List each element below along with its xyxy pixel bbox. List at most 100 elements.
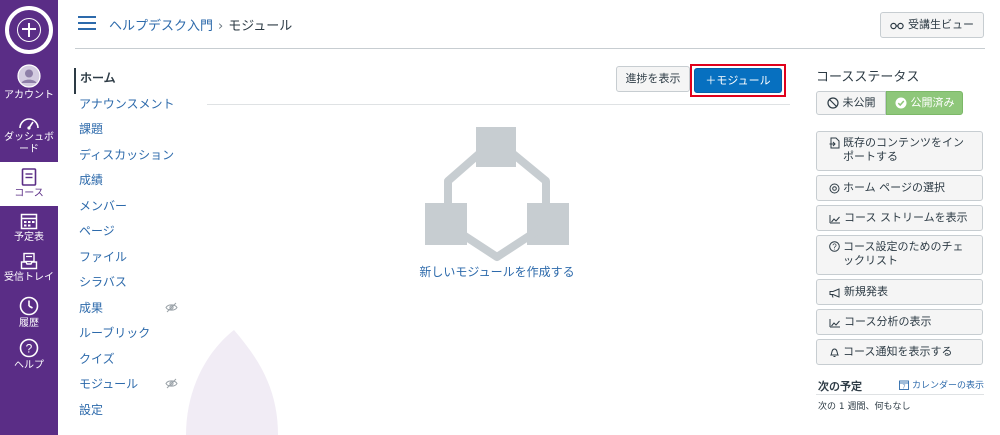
breadcrumb-separator: ›: [218, 19, 224, 34]
svg-text:?: ?: [26, 342, 33, 356]
bell-icon: [830, 348, 839, 357]
course-nav-label: 設定: [79, 402, 104, 417]
check-circle-icon: [895, 97, 906, 109]
course-nav-outcomes[interactable]: 成果: [74, 298, 184, 324]
course-nav-files[interactable]: ファイル: [74, 247, 184, 273]
course-nav-label: ルーブリック: [79, 326, 151, 340]
view-course-notifications-button[interactable]: コース通知を表示する: [816, 339, 983, 365]
course-setup-checklist-button[interactable]: ? コース設定のためのチェックリスト: [816, 235, 983, 275]
account-icon: [17, 64, 41, 88]
view-course-stream-button[interactable]: コース ストリームを表示: [816, 205, 983, 231]
nav-courses-label: コース: [14, 188, 44, 199]
published-label: 公開済み: [910, 96, 955, 109]
svg-text:?: ?: [832, 243, 837, 252]
breadcrumb: ヘルプデスク入門 › モジュール: [109, 15, 292, 34]
course-nav-people[interactable]: メンバー: [74, 196, 184, 222]
modules-illustration-icon: [425, 127, 569, 261]
unpublish-button[interactable]: 未公開: [816, 91, 886, 115]
target-icon: [829, 183, 840, 194]
course-nav-label: メンバー: [79, 198, 128, 213]
question-icon: ?: [829, 241, 840, 252]
course-nav-assignments[interactable]: 課題: [74, 119, 184, 145]
course-nav-rubrics[interactable]: ルーブリック: [74, 323, 184, 349]
glasses-icon: [890, 22, 904, 30]
eye-slash-icon: [165, 302, 178, 312]
student-view-label: 受講生ビュー: [908, 18, 974, 31]
nav-calendar-label: 予定表: [14, 232, 44, 243]
choose-home-page-button[interactable]: ホーム ページの選択: [816, 175, 983, 201]
view-course-analytics-label: コース分析の表示: [844, 315, 932, 328]
view-calendar-link[interactable]: 7 カレンダーの表示: [899, 378, 984, 391]
inbox-icon: [20, 252, 38, 270]
breadcrumb-course-link[interactable]: ヘルプデスク入門: [109, 19, 213, 34]
global-nav: アカウント ダッシュボード コース 予定表 受信トレイ 履歴 ? ヘルプ: [0, 0, 58, 435]
nav-inbox[interactable]: 受信トレイ: [0, 252, 58, 284]
choose-home-page-label: ホーム ページの選択: [843, 181, 945, 194]
nav-calendar[interactable]: 予定表: [0, 212, 58, 244]
content-divider: [207, 104, 790, 105]
add-module-button[interactable]: ＋モジュール: [694, 68, 782, 93]
course-setup-checklist-label: コース設定のためのチェックリスト: [843, 240, 964, 267]
create-module-link[interactable]: 新しいモジュールを作成する: [392, 263, 602, 280]
nav-history[interactable]: 履歴: [0, 296, 58, 330]
history-icon: [19, 296, 39, 316]
hamburger-menu-icon[interactable]: [78, 16, 96, 30]
view-course-notifications-label: コース通知を表示する: [843, 345, 953, 358]
import-icon: [829, 137, 840, 149]
course-nav-pages[interactable]: ページ: [74, 221, 184, 247]
view-course-stream-label: コース ストリームを表示: [844, 211, 968, 224]
course-nav-grades[interactable]: 成績: [74, 170, 184, 196]
upcoming-empty-text: 次の 1 週間、何もなし: [818, 402, 911, 412]
calendar-small-icon: 7: [899, 380, 909, 390]
svg-text:7: 7: [903, 384, 906, 390]
new-announcement-button[interactable]: 新規発表: [816, 279, 983, 305]
view-course-analytics-button[interactable]: コース分析の表示: [816, 309, 983, 335]
course-nav-modules[interactable]: モジュール: [74, 374, 184, 400]
course-nav-label: クイズ: [79, 351, 115, 366]
view-calendar-label: カレンダーの表示: [911, 381, 984, 391]
nav-help[interactable]: ? ヘルプ: [0, 338, 58, 372]
eye-slash-icon: [165, 378, 178, 389]
upcoming-title: 次の予定: [818, 380, 862, 393]
unpublish-label: 未公開: [842, 96, 876, 109]
course-nav: ホーム アナウンスメント 課題 ディスカッション 成績 メンバー ページ ファイ…: [74, 68, 184, 425]
nav-courses[interactable]: コース: [0, 162, 58, 206]
course-nav-label: 成績: [79, 173, 104, 187]
course-nav-label: モジュール: [79, 377, 139, 391]
megaphone-icon: [829, 287, 840, 298]
course-status-sidebar: コースステータス 未公開 公開済み 既存のコンテンツをインポートする ホーム ペ…: [816, 66, 984, 412]
import-content-label: 既存のコンテンツをインポートする: [843, 136, 964, 163]
course-nav-label: ディスカッション: [79, 147, 175, 162]
nav-history-label: 履歴: [19, 318, 39, 329]
course-nav-settings[interactable]: 設定: [74, 400, 184, 426]
student-view-button[interactable]: 受講生ビュー: [880, 12, 984, 38]
course-nav-syllabus[interactable]: シラバス: [74, 272, 184, 298]
import-content-button[interactable]: 既存のコンテンツをインポートする: [816, 131, 983, 171]
analytics-icon: [829, 318, 840, 327]
view-progress-button[interactable]: 進捗を表示: [616, 66, 690, 92]
course-nav-discussions[interactable]: ディスカッション: [74, 145, 184, 171]
university-logo[interactable]: [5, 6, 53, 54]
nav-help-label: ヘルプ: [14, 360, 44, 371]
help-icon: ?: [19, 338, 39, 358]
nav-dashboard-label: ダッシュボード: [4, 132, 54, 155]
course-nav-announcements[interactable]: アナウンスメント: [74, 94, 184, 120]
course-nav-label: ファイル: [79, 249, 128, 264]
nav-account[interactable]: アカウント: [0, 64, 58, 102]
publish-toggle: 未公開 公開済み: [816, 91, 984, 115]
ban-icon: [826, 97, 839, 109]
course-nav-quizzes[interactable]: クイズ: [74, 349, 184, 375]
nav-dashboard[interactable]: ダッシュボード: [0, 114, 58, 156]
cross-icon: [22, 23, 36, 37]
course-nav-label: 成果: [79, 300, 104, 315]
decorative-leaf-icon: [186, 330, 278, 435]
upcoming-header: 次の予定 7 カレンダーの表示: [816, 377, 984, 395]
calendar-icon: [20, 213, 38, 230]
course-nav-label: 課題: [79, 122, 104, 136]
course-nav-label: アナウンスメント: [79, 96, 175, 111]
dashboard-icon: [19, 118, 39, 130]
course-nav-label: シラバス: [79, 275, 127, 289]
header-divider: [75, 48, 985, 49]
published-button[interactable]: 公開済み: [886, 91, 963, 115]
course-nav-home[interactable]: ホーム: [74, 68, 184, 94]
